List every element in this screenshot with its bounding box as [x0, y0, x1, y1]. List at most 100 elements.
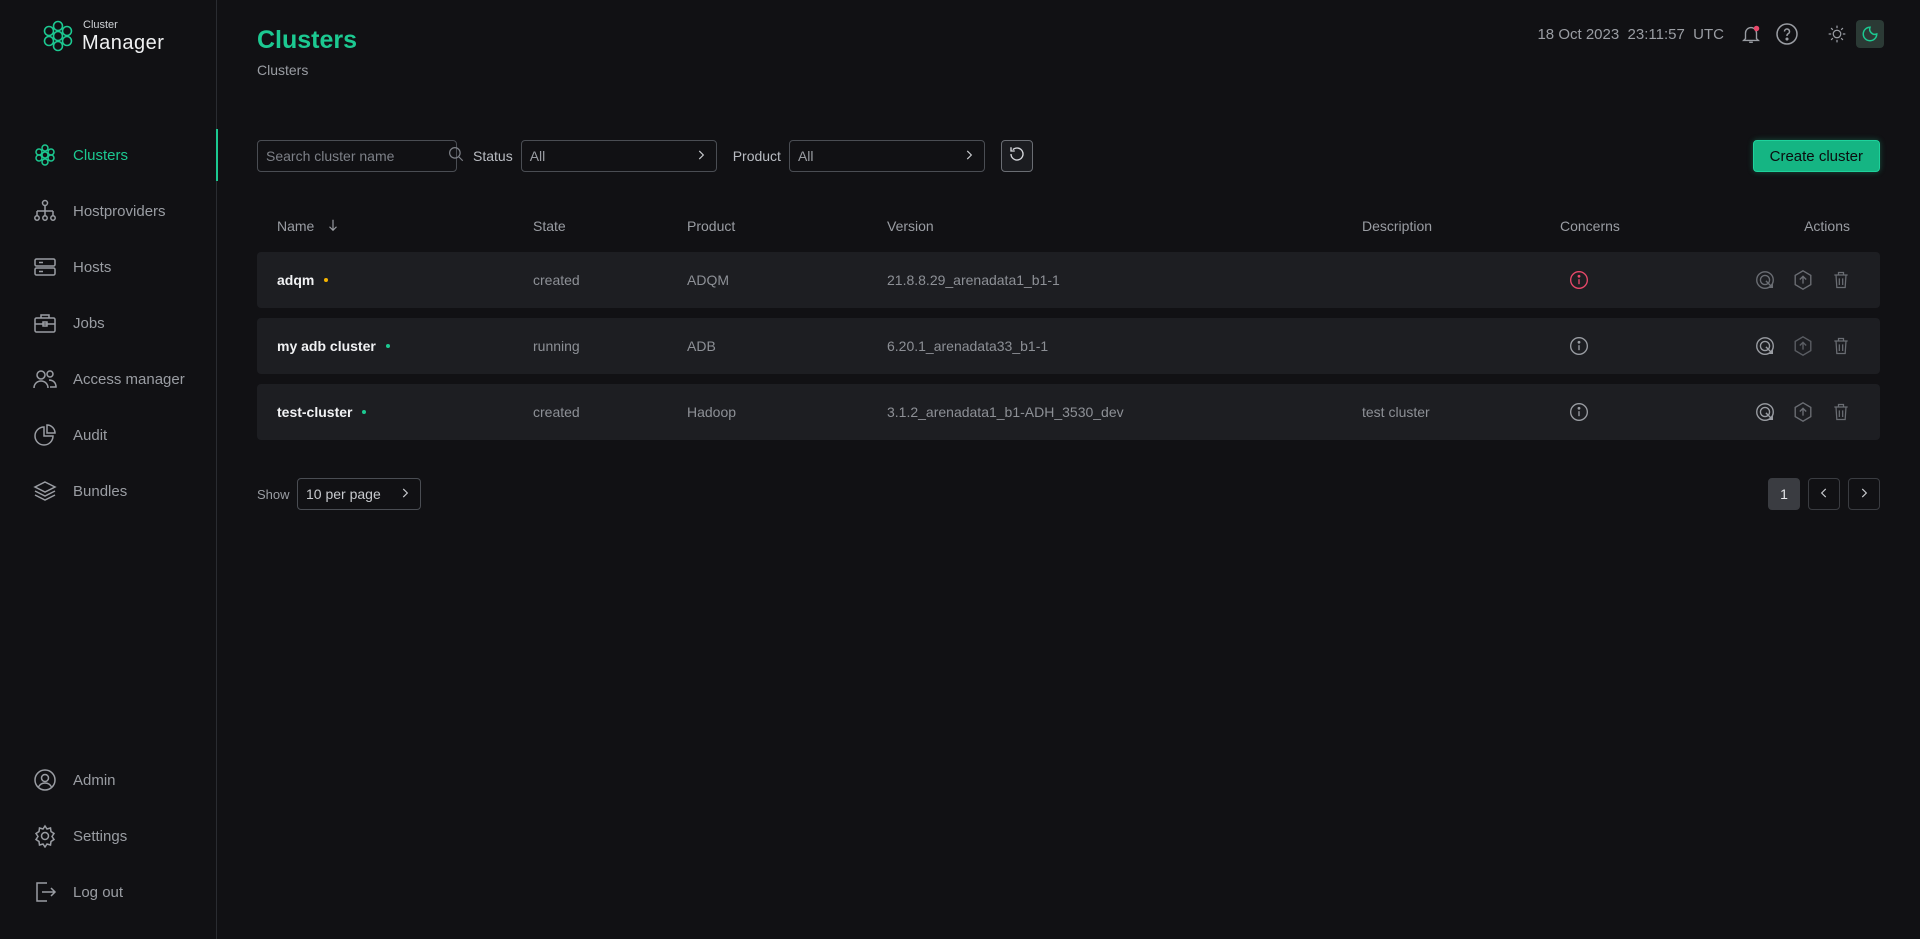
- trash-icon[interactable]: [1828, 333, 1854, 359]
- cell-state: created: [533, 272, 580, 288]
- chevron-left-icon: [1817, 486, 1831, 503]
- page-title: Clusters: [257, 26, 358, 54]
- cell-state: running: [533, 338, 580, 354]
- audit-icon: [32, 422, 58, 448]
- chevron-right-icon: [962, 148, 976, 165]
- column-state: State: [533, 218, 566, 234]
- logo-icon: [43, 20, 73, 52]
- create-cluster-button[interactable]: Create cluster: [1752, 140, 1880, 172]
- status-dot: [324, 278, 329, 282]
- clusters-table: Name State Product Version Description C…: [257, 210, 1880, 440]
- theme-switch: [1824, 20, 1884, 48]
- run-action-icon[interactable]: [1752, 399, 1778, 425]
- refresh-icon: [1008, 145, 1026, 167]
- sidebar-item-label: Clusters: [73, 146, 129, 164]
- date-text: 18 Oct 2023: [1537, 25, 1620, 43]
- cell-state: created: [533, 404, 580, 420]
- chevron-right-icon: [398, 486, 412, 503]
- status-dot: [362, 410, 367, 414]
- upgrade-icon[interactable]: [1790, 399, 1816, 425]
- search-input[interactable]: [266, 148, 447, 164]
- sidebar-item-label: Audit: [73, 426, 108, 444]
- sidebar-item-logout[interactable]: Log out: [0, 866, 217, 918]
- timezone-text: UTC: [1693, 25, 1724, 43]
- status-select[interactable]: All: [520, 140, 717, 172]
- chevron-right-icon: [1857, 486, 1871, 503]
- sidebar: Cluster Manager Clusters Hostproviders H…: [0, 0, 218, 939]
- per-page-select[interactable]: 10 per page: [297, 478, 421, 510]
- breadcrumb[interactable]: Clusters: [257, 62, 308, 78]
- bell-icon[interactable]: [1738, 21, 1764, 47]
- admin-icon: [32, 767, 58, 793]
- sidebar-item-label: Admin: [73, 771, 116, 789]
- sidebar-item-admin[interactable]: Admin: [0, 754, 217, 806]
- sidebar-item-clusters[interactable]: Clusters: [0, 129, 218, 181]
- cell-product: ADB: [687, 338, 716, 354]
- upgrade-icon[interactable]: [1790, 267, 1816, 293]
- show-label: Show: [257, 487, 290, 502]
- column-product: Product: [687, 218, 736, 234]
- cluster-name-link[interactable]: test-cluster: [277, 404, 352, 420]
- sidebar-item-audit[interactable]: Audit: [0, 409, 217, 461]
- run-action-icon[interactable]: [1752, 333, 1778, 359]
- cluster-name-link[interactable]: my adb cluster: [277, 338, 376, 354]
- cell-name: test-cluster: [257, 404, 533, 420]
- sun-icon[interactable]: [1824, 21, 1850, 47]
- cell-product: ADQM: [687, 272, 729, 288]
- cell-actions: [1740, 333, 1880, 359]
- table-row[interactable]: my adb cluster running ADB 6.20.1_arenad…: [257, 318, 1880, 374]
- cell-version: 21.8.8.29_arenadata1_b1-1: [887, 272, 1060, 288]
- sidebar-item-label: Settings: [73, 827, 128, 845]
- cell-name: my adb cluster: [257, 338, 533, 354]
- sidebar-item-label: Jobs: [73, 314, 105, 332]
- table-row[interactable]: test-cluster created Hadoop 3.1.2_arenad…: [257, 384, 1880, 440]
- concern-info-icon[interactable]: [1566, 399, 1592, 425]
- datetime: 18 Oct 2023 23:11:57 UTC: [1537, 26, 1724, 43]
- search-icon[interactable]: [447, 145, 465, 167]
- concern-info-icon[interactable]: [1566, 267, 1592, 293]
- run-action-icon[interactable]: [1752, 267, 1778, 293]
- per-page-value: 10 per page: [306, 486, 381, 502]
- product-filter-label: Product: [732, 148, 781, 164]
- sidebar-item-access-manager[interactable]: Access manager: [0, 353, 217, 405]
- cell-version: 6.20.1_arenadata33_b1-1: [887, 338, 1049, 354]
- table-header: Name State Product Version Description C…: [257, 210, 1880, 242]
- logo[interactable]: Cluster Manager: [40, 18, 164, 54]
- cell-name: adqm: [257, 272, 533, 288]
- column-name[interactable]: Name: [257, 218, 533, 235]
- cluster-name-link[interactable]: adqm: [277, 272, 314, 288]
- concern-info-icon[interactable]: [1566, 333, 1592, 359]
- help-icon[interactable]: [1774, 21, 1800, 47]
- hostproviders-icon: [32, 198, 58, 224]
- product-select[interactable]: All: [788, 140, 985, 172]
- bundles-icon: [32, 478, 58, 504]
- prev-page-button[interactable]: [1808, 478, 1840, 510]
- column-description: Description: [1362, 218, 1433, 234]
- sidebar-item-hostproviders[interactable]: Hostproviders: [0, 185, 217, 237]
- sidebar-item-settings[interactable]: Settings: [0, 810, 217, 862]
- jobs-icon: [32, 310, 58, 336]
- next-page-button[interactable]: [1848, 478, 1880, 510]
- time-text: 23:11:57: [1627, 25, 1685, 43]
- chevron-right-icon: [694, 148, 708, 165]
- moon-icon[interactable]: [1856, 20, 1884, 48]
- page-button[interactable]: 1: [1768, 478, 1800, 510]
- main-nav: Clusters Hostproviders Hosts Jobs Access…: [0, 129, 218, 521]
- sidebar-item-bundles[interactable]: Bundles: [0, 465, 217, 517]
- access-manager-icon: [32, 366, 58, 392]
- sidebar-item-jobs[interactable]: Jobs: [0, 297, 217, 349]
- cell-concerns: [1560, 399, 1740, 425]
- trash-icon[interactable]: [1828, 399, 1854, 425]
- trash-icon[interactable]: [1828, 267, 1854, 293]
- cell-actions: [1740, 399, 1880, 425]
- product-select-value: All: [797, 148, 814, 164]
- cell-concerns: [1560, 333, 1740, 359]
- sidebar-item-label: Access manager: [73, 370, 185, 388]
- cell-actions: [1740, 267, 1880, 293]
- table-row[interactable]: adqm created ADQM 21.8.8.29_arenadata1_b…: [257, 252, 1880, 308]
- status-dot: [385, 344, 390, 348]
- upgrade-icon[interactable]: [1790, 333, 1816, 359]
- sidebar-item-hosts[interactable]: Hosts: [0, 241, 217, 293]
- reset-filters-button[interactable]: [1000, 140, 1033, 172]
- column-concerns: Concerns: [1560, 218, 1620, 234]
